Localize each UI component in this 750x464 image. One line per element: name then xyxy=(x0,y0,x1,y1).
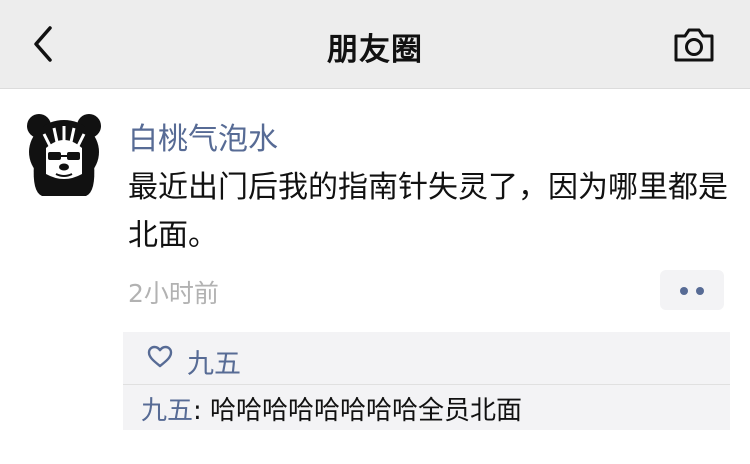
dot xyxy=(680,287,688,295)
camera-icon[interactable] xyxy=(672,26,716,64)
comment-text: 哈哈哈哈哈哈哈哈全员北面 xyxy=(210,396,523,426)
more-dots-icon[interactable] xyxy=(660,270,724,310)
heart-icon xyxy=(147,345,173,368)
post-text: 最近出门后我的指南针失灵了，因为哪里都是北面。 xyxy=(128,170,728,253)
comment-author[interactable]: 九五 xyxy=(141,396,193,426)
post-author-name[interactable]: 白桃气泡水 xyxy=(128,114,278,158)
page-title: 朋友圈 xyxy=(327,32,423,68)
post-timestamp: 2小时前 xyxy=(128,279,219,308)
divider xyxy=(123,384,730,385)
dot xyxy=(696,287,704,295)
comment-separator: : xyxy=(193,396,211,426)
bear-avatar xyxy=(27,114,101,196)
likes-row: 九五 xyxy=(123,332,730,384)
like-user-name[interactable]: 九五 xyxy=(187,342,241,381)
avatar[interactable] xyxy=(24,112,104,196)
comment[interactable]: 九五: 哈哈哈哈哈哈哈哈全员北面 xyxy=(141,390,522,427)
top-navigation-bar: 朋友圈 xyxy=(0,0,750,89)
likes-comments-panel: 九五 九五: 哈哈哈哈哈哈哈哈全员北面 xyxy=(123,332,730,430)
